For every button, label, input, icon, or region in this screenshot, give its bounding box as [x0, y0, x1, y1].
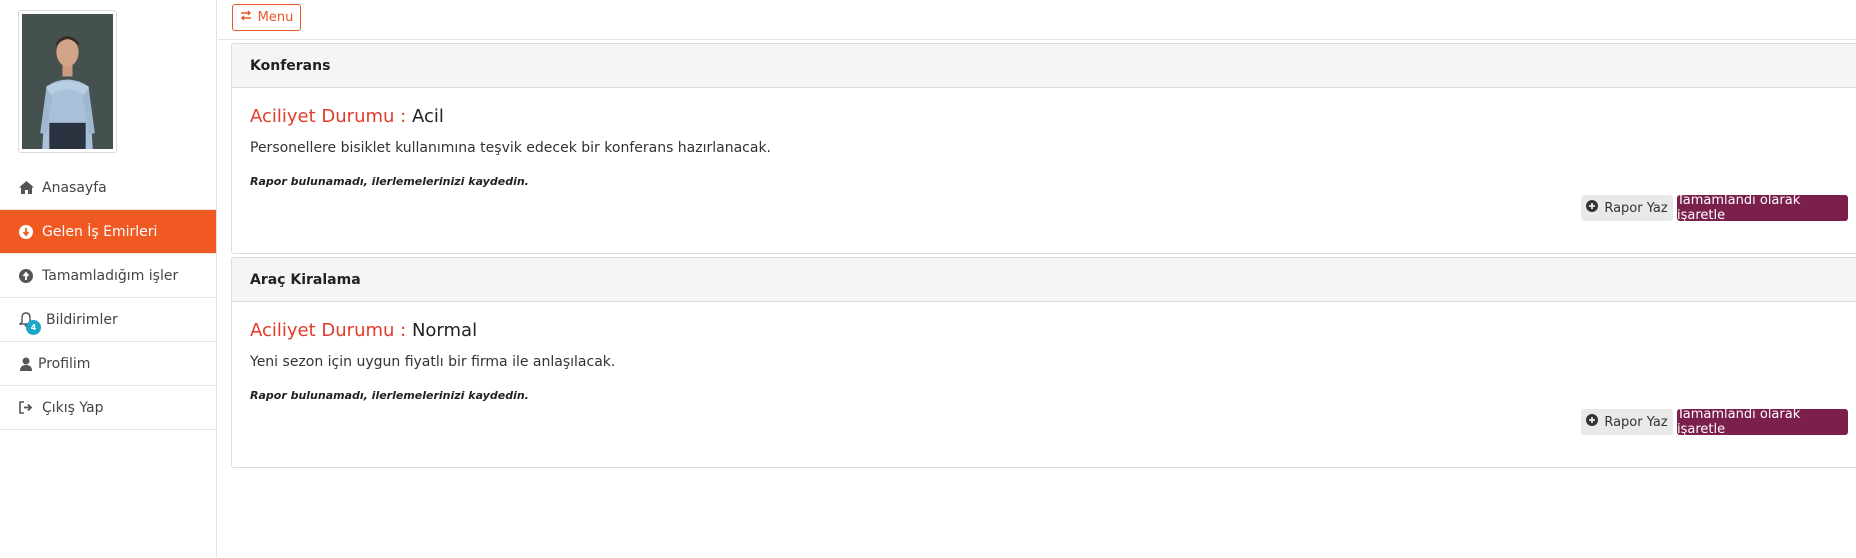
urgency-status: Aciliyet Durumu : Acil	[250, 106, 444, 127]
card-title: Araç Kiralama	[232, 258, 1856, 302]
sidebar: Anasayfa Gelen İş Emirleri Tamamladığım …	[0, 0, 217, 558]
mark-complete-button[interactable]: Tamamlandı olarak işaretle	[1677, 407, 1848, 437]
sidebar-item-label: Anasayfa	[42, 179, 107, 196]
exchange-icon	[240, 10, 252, 25]
work-order-card: Araç Kiralama Aciliyet Durumu : Normal Y…	[231, 257, 1856, 468]
avatar[interactable]	[18, 10, 117, 153]
sidebar-nav: Anasayfa Gelen İş Emirleri Tamamladığım …	[0, 166, 216, 430]
sidebar-item-cikis-yap[interactable]: Çıkış Yap	[0, 386, 216, 430]
arrow-circle-up-icon	[18, 268, 34, 284]
sidebar-item-gelen-is-emirleri[interactable]: Gelen İş Emirleri	[0, 210, 216, 254]
menu-button[interactable]: Menu	[232, 4, 301, 31]
card-description: Yeni sezon için uygun fiyatlı bir firma …	[250, 354, 616, 370]
sidebar-item-label: Gelen İş Emirleri	[42, 223, 158, 240]
user-icon	[18, 356, 34, 372]
card-description: Personellere bisiklet kullanımına teşvik…	[250, 140, 772, 156]
profile-photo	[22, 14, 113, 149]
urgency-value: Acil	[411, 106, 444, 127]
sidebar-item-anasayfa[interactable]: Anasayfa	[0, 166, 216, 210]
top-bar: Menu	[218, 0, 1856, 40]
card-title: Konferans	[232, 44, 1856, 88]
work-order-card: Konferans Aciliyet Durumu : Acil Persone…	[231, 43, 1856, 254]
write-report-button[interactable]: Rapor Yaz	[1581, 409, 1673, 435]
urgency-label: Aciliyet Durumu :	[250, 320, 407, 341]
sidebar-item-tamamladigim-isler[interactable]: Tamamladığım işler	[0, 254, 216, 298]
arrow-circle-down-icon	[18, 224, 34, 240]
sidebar-item-label: Tamamladığım işler	[42, 267, 179, 284]
plus-circle-icon	[1586, 200, 1599, 216]
plus-circle-icon	[1586, 414, 1599, 430]
menu-button-label: Menu	[257, 10, 294, 25]
write-report-label: Rapor Yaz	[1604, 200, 1668, 216]
sidebar-item-label: Çıkış Yap	[42, 399, 104, 416]
sidebar-item-label: Bildirimler	[46, 311, 118, 328]
write-report-button[interactable]: Rapor Yaz	[1581, 195, 1673, 221]
notification-badge: 4	[26, 320, 41, 335]
sidebar-item-label: Profilim	[38, 355, 91, 372]
sidebar-item-profilim[interactable]: Profilim	[0, 342, 216, 386]
home-icon	[18, 180, 34, 196]
report-note: Rapor bulunamadı, ilerlemelerinizi kayde…	[250, 175, 529, 188]
urgency-value: Normal	[411, 320, 478, 341]
sign-out-icon	[18, 400, 34, 416]
mark-complete-button[interactable]: Tamamlandı olarak işaretle	[1677, 193, 1848, 223]
urgency-label: Aciliyet Durumu :	[250, 106, 407, 127]
sidebar-item-bildirimler[interactable]: 4 Bildirimler	[0, 298, 216, 342]
write-report-label: Rapor Yaz	[1604, 414, 1668, 430]
urgency-status: Aciliyet Durumu : Normal	[250, 320, 477, 341]
report-note: Rapor bulunamadı, ilerlemelerinizi kayde…	[250, 389, 529, 402]
